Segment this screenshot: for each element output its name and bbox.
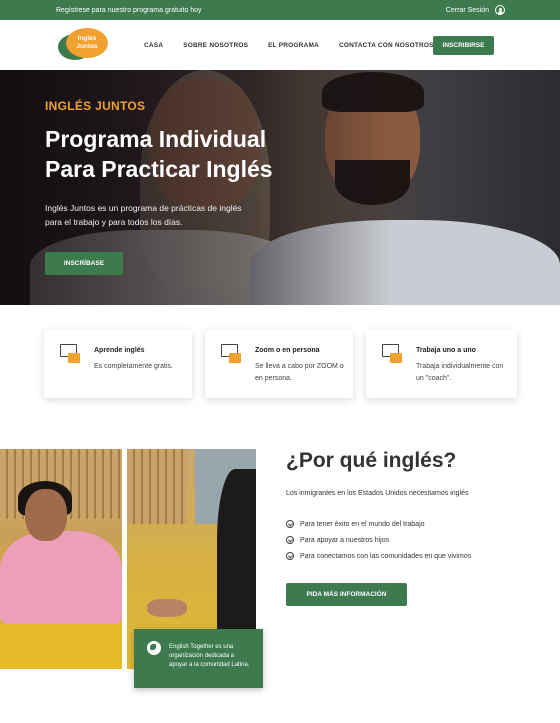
check-circle-icon	[286, 552, 294, 560]
photo-student	[0, 449, 122, 669]
hero-brand-label: INGLÉS JUNTOS	[45, 99, 146, 113]
info-card-text: English Together es una organización ded…	[169, 644, 250, 668]
inscribase-button[interactable]: INSCRÍBASE	[45, 252, 123, 275]
feature-text: Es completamente gratis.	[94, 363, 173, 370]
logout-link[interactable]: Cerrar Sesión	[446, 5, 505, 15]
top-announcement-bar: Regístrese para nuestro programa gratuit…	[0, 0, 560, 20]
nav-item-sobre-nosotros[interactable]: SOBRE NOSOTROS	[183, 42, 248, 49]
promo-text[interactable]: Regístrese para nuestro programa gratuit…	[56, 7, 202, 14]
more-info-button[interactable]: PIDA MÁS INFORMACIÓN	[286, 583, 407, 606]
list-item: Para tener éxito en el mundo del trabajo	[286, 516, 471, 532]
logout-label[interactable]: Cerrar Sesión	[446, 7, 489, 14]
feature-card-aprende: Aprende inglés Es completamente gratis.	[44, 330, 192, 398]
site-logo[interactable]: Inglés Juntos	[58, 28, 108, 62]
globe-icon	[147, 641, 161, 655]
bullet-text: Para conectarnos con las comunidades en …	[300, 552, 472, 560]
video-call-icon	[221, 344, 243, 366]
certificate-icon	[60, 344, 82, 366]
why-subtitle: Los inmigrantes en los Estados Unidos ne…	[286, 490, 469, 497]
inscribirse-button[interactable]: INSCRIBIRSE	[433, 36, 494, 55]
user-icon[interactable]	[495, 5, 505, 15]
bullet-text: Para apoyar a nuestros hijos	[300, 536, 390, 544]
logo-text-line2: Juntos	[76, 43, 98, 50]
why-title: ¿Por qué inglés?	[286, 449, 457, 472]
feature-text: Se lleva a cabo por ZOOM o en persona.	[255, 363, 344, 382]
info-card: English Together es una organización ded…	[134, 629, 263, 688]
check-circle-icon	[286, 536, 294, 544]
list-item: Para conectarnos con las comunidades en …	[286, 548, 471, 564]
hero-description: Inglés Juntos es un programa de práctica…	[45, 203, 242, 227]
one-on-one-icon	[382, 344, 404, 366]
check-circle-icon	[286, 520, 294, 528]
nav-menu: CASA SOBRE NOSOTROS EL PROGRAMA CONTACTA…	[144, 42, 454, 49]
feature-cards: Aprende inglés Es completamente gratis. …	[44, 330, 517, 398]
feature-title: Trabaja uno a uno	[416, 347, 476, 354]
bullet-text: Para tener éxito en el mundo del trabajo	[300, 520, 425, 528]
feature-card-zoom: Zoom o en persona Se lleva a cabo por ZO…	[205, 330, 353, 398]
nav-item-el-programa[interactable]: EL PROGRAMA	[268, 42, 319, 49]
feature-card-uno-a-uno: Trabaja uno a uno Trabaja individualment…	[366, 330, 517, 398]
logo-text-line1: Inglés	[77, 35, 97, 42]
nav-item-contacta[interactable]: CONTACTA CON NOSOTROS	[339, 42, 434, 49]
feature-title: Zoom o en persona	[255, 347, 320, 354]
feature-text: Trabaja individualmente con un "coach".	[416, 363, 504, 382]
logo-bubble-orange: Inglés Juntos	[66, 28, 108, 58]
hero-title: Programa Individual Para Practicar Inglé…	[45, 126, 273, 182]
nav-item-casa[interactable]: CASA	[144, 42, 163, 49]
list-item: Para apoyar a nuestros hijos	[286, 532, 471, 548]
why-bullet-list: Para tener éxito en el mundo del trabajo…	[286, 516, 471, 564]
feature-title: Aprende inglés	[94, 347, 145, 354]
